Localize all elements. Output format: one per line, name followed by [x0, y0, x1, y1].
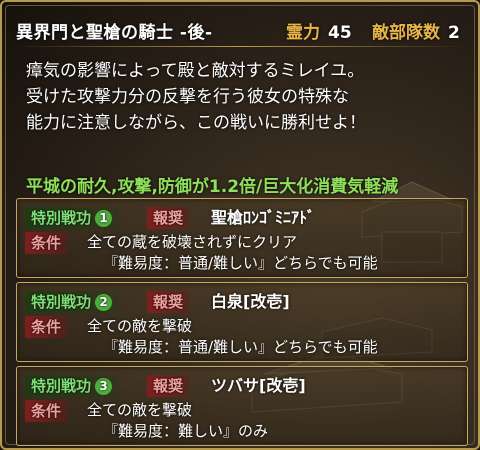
enemy-count-stat: 敵部隊数 2	[372, 18, 460, 43]
condition-difficulty: 『難易度：普通/難しい』どちらでも可能	[103, 254, 378, 272]
special-achievement-1: 特別戦功 1 報奨 聖槍ﾛﾝｺﾞﾐﾆｱﾄﾞ 条件 全ての蔵を破壊されずにクリア 『…	[16, 198, 468, 278]
special-achievement-2: 特別戦功 2 報奨 白泉[改壱] 条件 全ての敵を撃破 『難易度：普通/難しい』ど…	[16, 282, 468, 362]
header-divider	[14, 46, 466, 47]
reward-name: 聖槍ﾛﾝｺﾞﾐﾆｱﾄﾞ	[211, 208, 316, 227]
description-line: 受けた攻撃力分の反撃を行う彼女の特殊な	[26, 87, 349, 107]
condition-text: 全ての蔵を破壊されずにクリア	[87, 233, 298, 251]
spirit-value: 45	[328, 23, 352, 43]
reward-label: 報奨	[147, 375, 190, 397]
achievement-number-badge: 2	[95, 294, 113, 311]
mission-title: 異界門と聖槍の騎士 -後-	[16, 23, 213, 43]
condition-label: 条件	[25, 316, 68, 338]
reward-label: 報奨	[147, 291, 190, 313]
mission-description: 瘴気の影響によって殿と敵対するミレイユ。 受けた攻撃力分の反撃を行う彼女の特殊な…	[26, 58, 466, 136]
achievement-tag: 特別戦功 1	[25, 207, 119, 229]
spirit-stat: 霊力 45	[286, 18, 352, 43]
condition-text: 全ての敵を撃破	[87, 317, 193, 335]
enemy-count-label: 敵部隊数	[372, 23, 440, 43]
reward-name: 白泉[改壱]	[211, 292, 290, 311]
condition-label: 条件	[25, 400, 68, 422]
mission-info-panel: 異界門と聖槍の騎士 -後- 霊力 45 敵部隊数 2 瘴気の影響によって殿と敵対する…	[0, 0, 480, 450]
description-line: 能力に注意しながら、この戦いに勝利せよ！	[26, 113, 366, 133]
condition-difficulty: 『難易度：難しい』のみ	[103, 422, 269, 440]
special-achievement-3: 特別戦功 3 報奨 ツバサ[改壱] 条件 全ての敵を撃破 『難易度：難しい』のみ	[16, 366, 468, 446]
condition-label: 条件	[25, 232, 68, 254]
header-bar: 異界門と聖槍の騎士 -後- 霊力 45 敵部隊数 2	[10, 16, 470, 43]
condition-text: 全ての敵を撃破	[87, 401, 193, 419]
enemy-count-value: 2	[448, 23, 460, 43]
reward-label: 報奨	[147, 207, 190, 229]
achievement-tag: 特別戦功 2	[25, 291, 119, 313]
achievement-number-badge: 3	[95, 378, 113, 395]
spirit-label: 霊力	[286, 23, 320, 43]
bonus-effect-text: 平城の耐久,攻撃,防御が1.2倍/巨大化消費気軽減	[26, 177, 399, 197]
condition-difficulty: 『難易度：普通/難しい』どちらでも可能	[103, 338, 378, 356]
reward-name: ツバサ[改壱]	[211, 376, 306, 395]
achievement-tag: 特別戦功 3	[25, 375, 119, 397]
description-line: 瘴気の影響によって殿と敵対するミレイユ。	[26, 61, 365, 81]
achievement-number-badge: 1	[95, 210, 113, 227]
